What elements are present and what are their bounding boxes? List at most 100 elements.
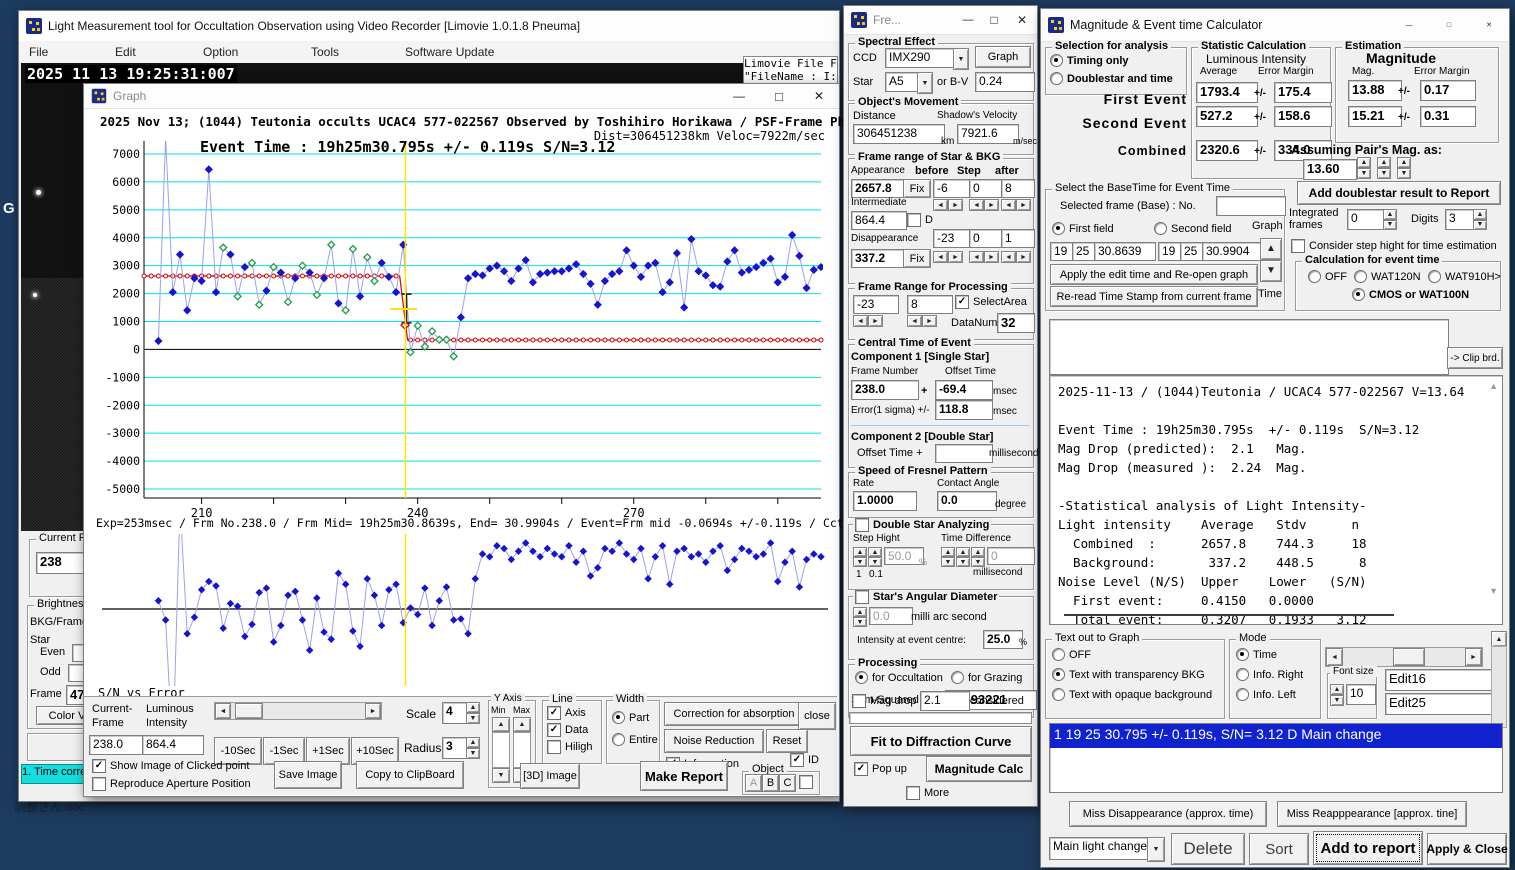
edit25-field[interactable]: Edit25 [1385, 693, 1493, 715]
magnitude-calc-button[interactable]: Magnitude Calc [926, 756, 1032, 782]
dis-after-field[interactable]: 1 [1001, 229, 1035, 248]
light-change-dropdown-button[interactable]: ▼ [1147, 837, 1165, 862]
step-right[interactable]: ► [984, 199, 999, 211]
time2-s-field[interactable]: 30.9904 [1202, 242, 1264, 261]
entire-radio[interactable]: Entire [612, 733, 658, 746]
hiligh-checkbox[interactable]: ✓Hiligh [547, 740, 593, 754]
copy-clipboard-button[interactable]: Copy to ClipBoard [356, 761, 464, 789]
offset-time2-field[interactable] [935, 444, 993, 463]
id-checkbox[interactable]: ✓ ID [790, 753, 819, 767]
minimize-icon[interactable]: — [955, 6, 981, 34]
maximize-icon[interactable]: □ [759, 84, 799, 108]
menu-tools[interactable]: Tools [311, 45, 339, 59]
main-titlebar[interactable]: Light Measurement tool for Occultation O… [19, 11, 839, 42]
ymin-track[interactable] [492, 732, 510, 768]
central-frame-field[interactable]: 238.0 [851, 380, 919, 400]
minimize-icon[interactable]: — [719, 84, 759, 108]
textout-off-radio[interactable]: OFF [1052, 648, 1091, 661]
dis-step-left[interactable]: ◄ [969, 251, 984, 263]
axis-checkbox[interactable]: ✓ Axis [547, 706, 586, 720]
sn-error-chart[interactable] [94, 532, 834, 692]
second-field-radio[interactable]: Second field [1154, 222, 1232, 235]
scale-up[interactable]: ▲ [466, 702, 480, 713]
fix-disappearance-button[interactable]: Fix [903, 249, 931, 268]
maximize-icon[interactable]: □ [981, 6, 1007, 34]
make-report-button[interactable]: Make Report [640, 761, 728, 791]
graph-down-button[interactable]: ▼ [1260, 260, 1282, 282]
velocity-field[interactable]: 7921.6 [957, 124, 1019, 144]
for-grazing-radio[interactable]: for Grazing [951, 671, 1022, 684]
close-icon[interactable]: ✕ [1469, 9, 1509, 41]
graph-titlebar[interactable]: Graph — □ ✕ [84, 84, 839, 109]
report-text-area[interactable]: 2025-11-13 / (1044)Teutonia / UCAC4 577-… [1049, 375, 1503, 625]
datanum-field[interactable]: 32 [997, 313, 1035, 333]
offset-time-field[interactable]: -69.4 [935, 380, 993, 400]
first-avg-field[interactable]: 1793.4 [1196, 82, 1258, 103]
angular-up[interactable]: ▲ [853, 607, 867, 617]
ccd-dropdown-button[interactable]: ▼ [953, 48, 969, 70]
maximize-icon[interactable]: □ [1429, 9, 1469, 41]
error-sigma-field[interactable]: 118.8 [935, 400, 993, 420]
dis-before-field[interactable]: -23 [933, 229, 971, 248]
dis-before-right[interactable]: ► [948, 251, 963, 263]
cmos-radio[interactable]: CMOS or WAT100N [1352, 288, 1469, 301]
object-c-button[interactable]: C [779, 774, 796, 792]
steph1-up[interactable]: ▲ [853, 547, 867, 557]
fix-appearance-button[interactable]: Fix [903, 179, 931, 198]
right-vscroll-up[interactable]: ▲ [1491, 631, 1507, 647]
after-field[interactable]: 8 [1001, 179, 1035, 198]
scroll-left-icon[interactable]: ◄ [1331, 654, 1338, 661]
aux-text-box[interactable] [1049, 319, 1449, 375]
report-scroll-up-icon[interactable]: ▲ [1489, 382, 1498, 391]
bv-field[interactable]: 0.24 [975, 72, 1035, 92]
ccd-select[interactable]: IMX290 [885, 48, 955, 68]
mag1-field[interactable]: 13.88 [1348, 80, 1402, 101]
fresnel-titlebar[interactable]: Fre... — □ ✕ [844, 6, 1037, 35]
3d-image-button[interactable]: [3D] Image [520, 763, 580, 789]
pair-up3[interactable]: ▲ [1397, 157, 1411, 168]
step-left[interactable]: ◄ [969, 199, 984, 211]
menu-file[interactable]: File [29, 45, 48, 59]
list-item-selected[interactable]: 1 19 25 30.795 +/- 0.119s, S/N= 3.12 D M… [1050, 724, 1502, 748]
show-image-checkbox[interactable]: ✓ Show Image of Clicked point [92, 759, 249, 773]
timing-only-radio[interactable]: Timing only [1050, 54, 1129, 67]
intermediate-field[interactable]: 864.4 [851, 211, 907, 230]
font-down[interactable]: ▼ [1330, 695, 1344, 706]
delete-button[interactable]: Delete [1171, 833, 1245, 865]
popup-checkbox[interactable]: ✓ Pop up [854, 762, 907, 776]
pair-mag-field[interactable]: 13.60 [1303, 159, 1357, 180]
dis-step-field[interactable]: 0 [969, 229, 1003, 248]
reproduce-aperture-checkbox[interactable]: ✓Reproduce Aperture Position [92, 777, 251, 791]
object-checkbox[interactable]: ✓ [799, 775, 813, 789]
reread-timestamp-button[interactable]: Re-read Time Stamp from current frame [1050, 286, 1258, 307]
scroll-left-icon[interactable]: ◄ [220, 708, 227, 715]
second-err-field[interactable]: 158.6 [1274, 106, 1332, 127]
mag-drop-field[interactable]: 2.1 [920, 691, 970, 711]
mag-err1-field[interactable]: 0.17 [1420, 80, 1476, 101]
scrollbar-thumb[interactable] [235, 703, 263, 719]
dis-before-left[interactable]: ◄ [933, 251, 948, 263]
radius-up[interactable]: ▲ [466, 737, 480, 748]
miss-reappearance-button[interactable]: Miss Reapppearance [approx. tine] [1277, 801, 1467, 827]
apply-close-button[interactable]: Apply & Close [1426, 833, 1508, 865]
off-radio[interactable]: OFF [1308, 270, 1347, 283]
graph-up-button[interactable]: ▲ [1260, 238, 1282, 260]
before-field[interactable]: -6 [933, 179, 971, 198]
object-b-button[interactable]: B [762, 774, 779, 792]
mode-info-right-radio[interactable]: Info. Right [1236, 668, 1303, 681]
font-size-field[interactable]: 10 [1346, 684, 1376, 705]
before-right[interactable]: ► [948, 199, 963, 211]
correction-absorption-button[interactable]: Correction for absorption [664, 702, 804, 726]
steph01-up[interactable]: ▲ [868, 547, 882, 557]
pair-down1[interactable]: ▼ [1357, 168, 1371, 179]
report-hscroll-line[interactable] [1064, 614, 1394, 616]
miss-disappearance-button[interactable]: Miss Disappearance (approx. time) [1069, 801, 1267, 827]
menu-software-update[interactable]: Software Update [405, 45, 494, 59]
light-curve-chart[interactable]: 210 240 27070006000500040003000200010000-1… [94, 139, 834, 539]
td3-up[interactable]: ▲ [971, 547, 985, 557]
integrated-up[interactable]: ▲ [1383, 209, 1397, 220]
close-icon[interactable]: ✕ [1007, 6, 1037, 34]
font-up[interactable]: ▲ [1330, 684, 1344, 695]
digits-up[interactable]: ▲ [1473, 209, 1487, 220]
doublestar-time-radio[interactable]: Doublestar and time [1050, 72, 1173, 85]
